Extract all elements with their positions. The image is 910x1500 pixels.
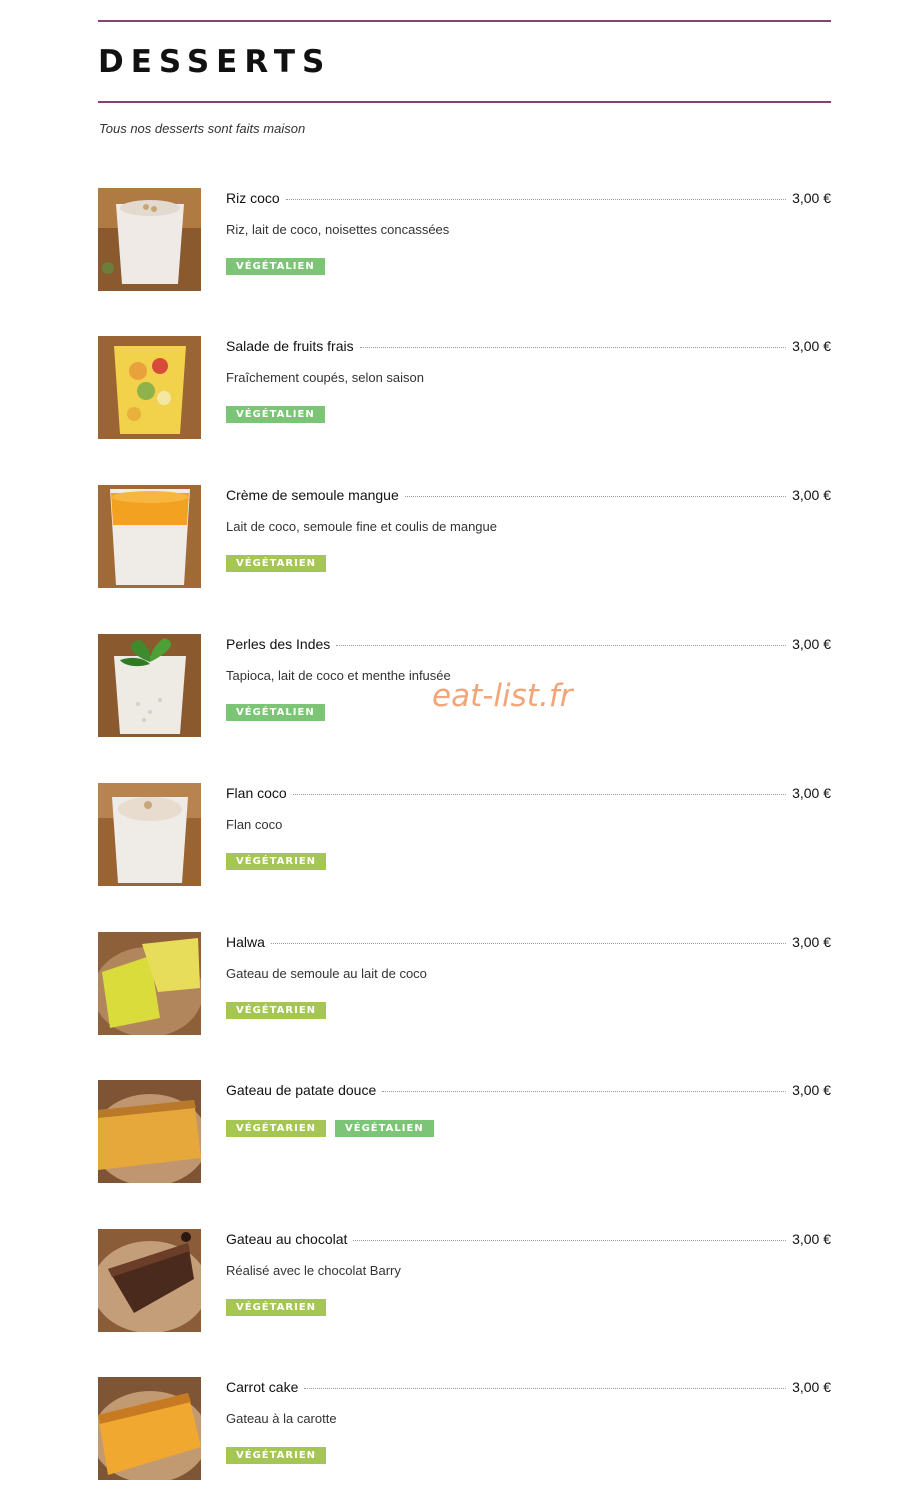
menu-item[interactable]: Salade de fruits frais 3,00 € Fraîchemen… [98, 336, 831, 441]
menu-item[interactable]: Gateau de patate douce 3,00 € VÉGÉTARIEN… [98, 1080, 831, 1185]
vegetarian-badge: VÉGÉTARIEN [226, 1299, 327, 1316]
vegan-badge: VÉGÉTALIEN [335, 1120, 434, 1137]
item-price: 3,00 € [792, 338, 831, 354]
leader-dots [336, 645, 787, 646]
item-name: Salade de fruits frais [226, 338, 354, 354]
vegetarian-badge: VÉGÉTARIEN [226, 1120, 327, 1137]
menu-item[interactable]: Halwa 3,00 € Gateau de semoule au lait d… [98, 932, 831, 1037]
halwa-photo [98, 932, 201, 1035]
riz-coco-photo [98, 188, 201, 291]
leader-dots [270, 943, 787, 944]
item-name: Carrot cake [226, 1379, 299, 1395]
item-name: Flan coco [226, 785, 287, 801]
menu-item[interactable]: Crème de semoule mangue 3,00 € Lait de c… [98, 485, 831, 590]
menu-item[interactable]: Gateau au chocolat 3,00 € Réalisé avec l… [98, 1229, 831, 1334]
item-price: 3,00 € [792, 1379, 831, 1395]
carrot-cake-photo [98, 1377, 201, 1480]
item-description: Réalisé avec le chocolat Barry [226, 1263, 401, 1278]
item-name: Perles des Indes [226, 636, 331, 652]
item-name: Halwa [226, 934, 265, 950]
item-price: 3,00 € [792, 487, 831, 503]
vegetarian-badge: VÉGÉTARIEN [226, 1002, 327, 1019]
header-bottom-rule [98, 101, 831, 103]
menu-item[interactable]: Flan coco 3,00 € Flan coco VÉGÉTARIEN [98, 783, 831, 888]
item-name: Gateau de patate douce [226, 1082, 377, 1098]
chocolate-cake-photo [98, 1229, 201, 1332]
coconut-flan-photo [98, 783, 201, 886]
vegan-badge: VÉGÉTALIEN [226, 258, 325, 275]
vegetarian-badge: VÉGÉTARIEN [226, 555, 327, 572]
vegetarian-badge: VÉGÉTARIEN [226, 853, 327, 870]
item-description: Gateau de semoule au lait de coco [226, 966, 427, 981]
item-description: Riz, lait de coco, noisettes concassées [226, 222, 450, 237]
fruit-salad-photo [98, 336, 201, 439]
item-description: Flan coco [226, 817, 283, 832]
item-price: 3,00 € [792, 1082, 831, 1098]
leader-dots [285, 199, 787, 200]
item-price: 3,00 € [792, 934, 831, 950]
item-description: Fraîchement coupés, selon saison [226, 370, 424, 385]
item-description: Tapioca, lait de coco et menthe infusée [226, 668, 451, 683]
item-description: Lait de coco, semoule fine et coulis de … [226, 519, 498, 534]
leader-dots [382, 1091, 787, 1092]
vegan-badge: VÉGÉTALIEN [226, 406, 325, 423]
leader-dots [353, 1240, 787, 1241]
sweet-potato-cake-photo [98, 1080, 201, 1183]
leader-dots [359, 347, 787, 348]
mango-semolina-photo [98, 485, 201, 588]
menu-item[interactable]: Riz coco 3,00 € Riz, lait de coco, noise… [98, 188, 831, 293]
item-name: Crème de semoule mangue [226, 487, 399, 503]
item-price: 3,00 € [792, 785, 831, 801]
page-subtitle: Tous nos desserts sont faits maison [99, 121, 306, 136]
page-title: DESSERTS [98, 44, 332, 80]
item-name: Riz coco [226, 190, 280, 206]
item-description: Gateau à la carotte [226, 1411, 337, 1426]
tapioca-pearls-photo [98, 634, 201, 737]
item-price: 3,00 € [792, 636, 831, 652]
leader-dots [292, 794, 787, 795]
watermark: eat-list.fr [432, 678, 573, 714]
leader-dots [304, 1388, 787, 1389]
item-price: 3,00 € [792, 190, 831, 206]
header-top-rule [98, 20, 831, 22]
vegan-badge: VÉGÉTALIEN [226, 704, 325, 721]
menu-item[interactable]: Carrot cake 3,00 € Gateau à la carotte V… [98, 1377, 831, 1482]
vegetarian-badge: VÉGÉTARIEN [226, 1447, 327, 1464]
item-price: 3,00 € [792, 1231, 831, 1247]
leader-dots [404, 496, 787, 497]
item-name: Gateau au chocolat [226, 1231, 348, 1247]
